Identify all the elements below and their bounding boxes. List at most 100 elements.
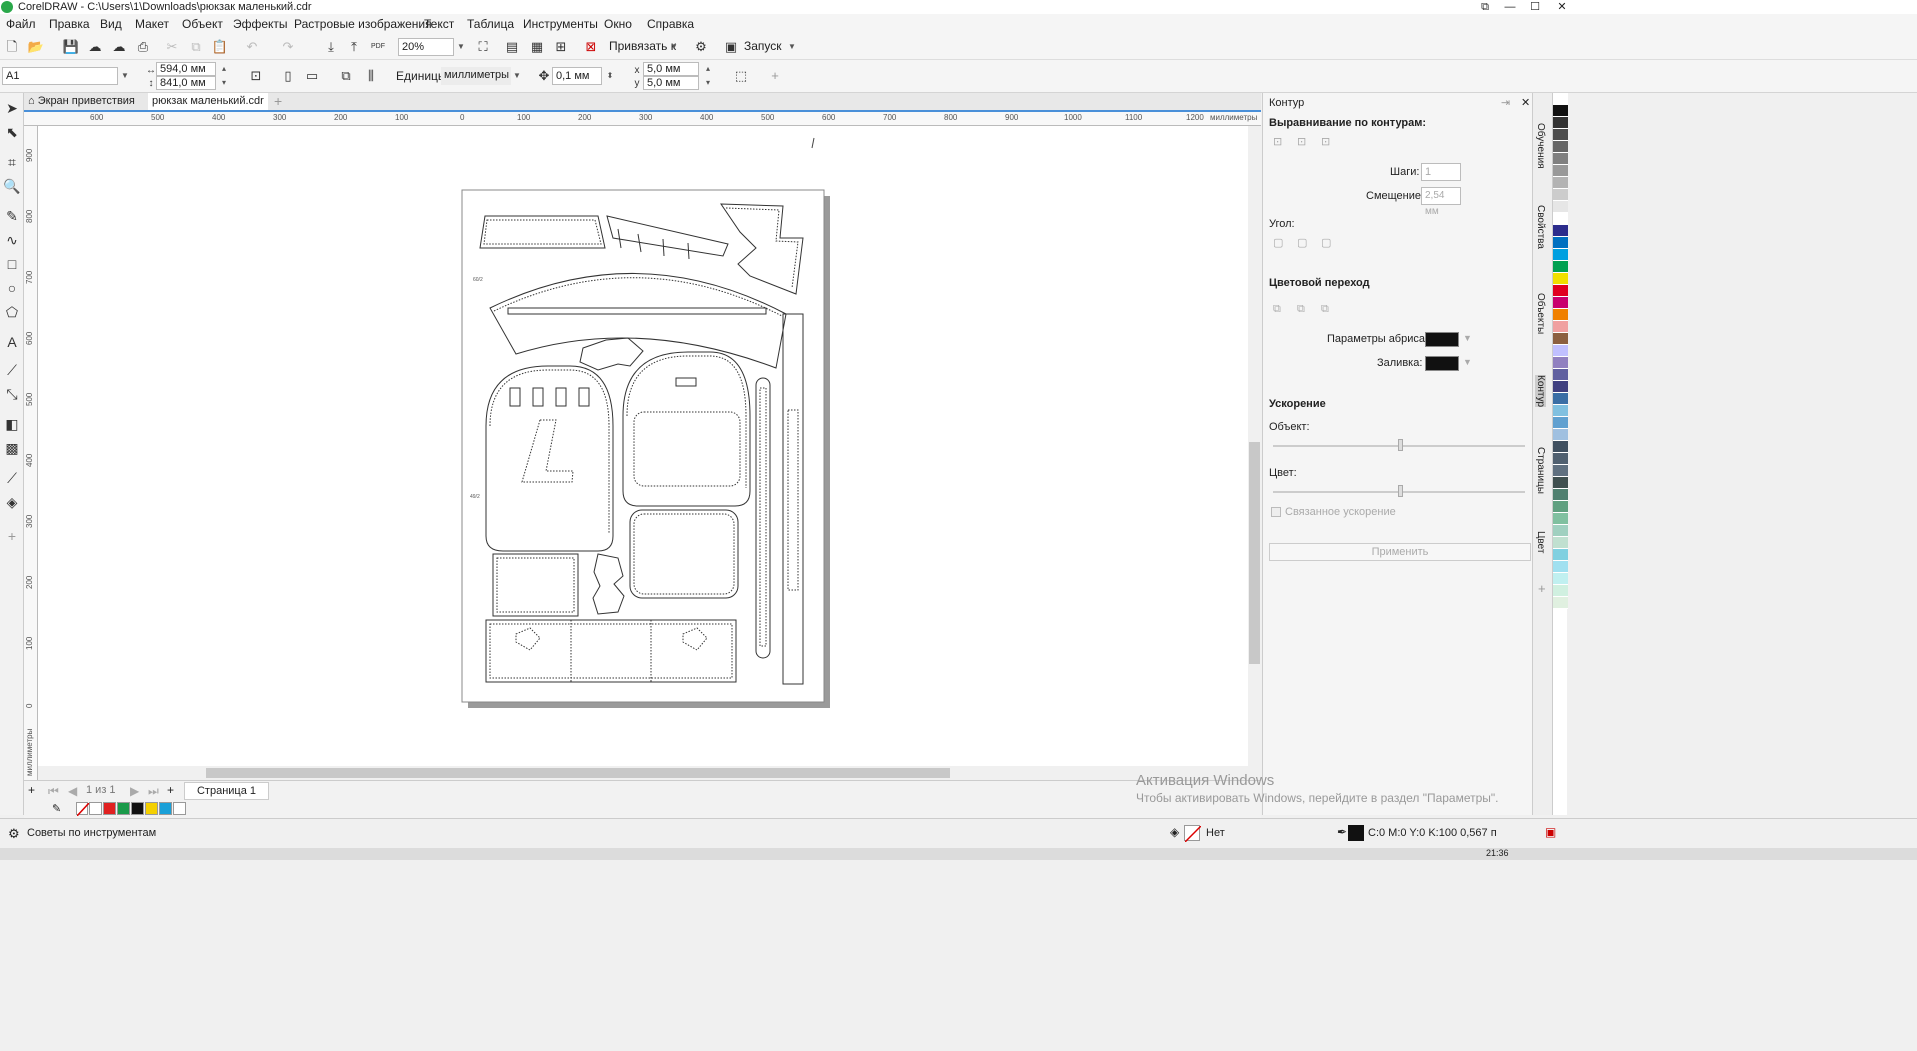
vertical-scrollbar[interactable] [1248,126,1261,766]
tab-document[interactable]: рюкзак маленький.cdr [148,93,268,110]
page-preset-dropdown-icon[interactable]: ▼ [119,67,131,85]
color-swatch[interactable] [1553,525,1568,537]
portrait-icon[interactable]: ▯ [279,67,297,85]
color-swatch[interactable] [1553,477,1568,489]
menu-tools[interactable]: Инструменты [523,17,598,31]
palette-swatch[interactable] [103,802,116,815]
color-swatch[interactable] [1553,261,1568,273]
new-document-icon[interactable]: 🗋 [3,38,21,56]
color-swatch[interactable] [1553,393,1568,405]
menu-edit[interactable]: Правка [49,17,90,31]
palette-swatch[interactable] [173,802,186,815]
dup-x-spinner-icon[interactable]: ▴ [702,62,714,76]
steps-field[interactable]: 1 [1421,163,1461,181]
fill-color-swatch[interactable] [1425,356,1459,371]
color-swatch[interactable] [1553,165,1568,177]
angle-bevel-icon[interactable]: ▢ [1321,236,1331,249]
snap-dropdown-icon[interactable]: ▼ [668,38,680,56]
zoom-tool-icon[interactable]: 🔍 [3,177,21,195]
color-swatch[interactable] [1553,429,1568,441]
next-page-icon[interactable]: ▶ [130,784,139,798]
pick-tool-icon[interactable]: ➤ [3,99,21,117]
color-swatch[interactable] [1553,381,1568,393]
page-width-field[interactable]: 594,0 мм [156,62,216,76]
shape-tool-icon[interactable]: ⬉ [3,123,21,141]
color-swatch[interactable] [1553,441,1568,453]
color-swatch[interactable] [1553,129,1568,141]
cut-icon[interactable]: ✂ [163,38,181,56]
color-swatch[interactable] [1553,285,1568,297]
show-grid-icon[interactable]: ▦ [528,38,546,56]
drop-shadow-tool-icon[interactable]: ◧ [3,415,21,433]
color-swatch[interactable] [1553,177,1568,189]
menu-help[interactable]: Справка [647,17,694,31]
palette-swatch[interactable] [145,802,158,815]
color-swatch[interactable] [1553,189,1568,201]
undo-icon[interactable]: ↶ [243,38,261,56]
new-tab-icon[interactable]: + [274,93,282,109]
zoom-level-field[interactable]: 20% [398,38,454,56]
eyedropper-icon[interactable]: ✎ [52,802,61,815]
copy-icon[interactable]: ⧉ [187,38,205,56]
palette-swatch-none[interactable] [76,802,90,817]
color-swatch[interactable] [1553,369,1568,381]
launch-icon[interactable]: ▣ [722,38,740,56]
page-tab[interactable]: Страница 1 [184,782,269,800]
launch-label[interactable]: Запуск [744,39,782,53]
polygon-tool-icon[interactable]: ⬠ [3,303,21,321]
transparency-tool-icon[interactable]: ▩ [3,439,21,457]
side-tab-contour[interactable]: Контур [1535,375,1546,408]
redo-icon[interactable]: ↷ [279,38,297,56]
color-swatch[interactable] [1553,225,1568,237]
color-swatch[interactable] [1553,357,1568,369]
color-swatch[interactable] [1553,597,1568,609]
color-swatch[interactable] [1553,141,1568,153]
text-tool-icon[interactable]: A [3,333,21,351]
menu-bitmaps[interactable]: Растровые изображения [294,17,432,31]
outline-color-status-swatch[interactable] [1348,825,1364,841]
parallel-dimension-tool-icon[interactable]: ⟋ [3,361,21,379]
add-docker-icon[interactable]: + [1538,581,1546,596]
side-tab-properties[interactable]: Свойства [1535,205,1546,249]
print-icon[interactable]: ⎙ [134,38,152,56]
pdf-icon[interactable]: PDF [369,38,387,56]
full-screen-icon[interactable]: ⛶ [474,38,492,56]
units-dropdown-icon[interactable]: ▼ [511,67,523,85]
color-swatch[interactable] [1553,465,1568,477]
artistic-media-tool-icon[interactable]: ∿ [3,231,21,249]
contour-inside-icon[interactable]: ⊡ [1273,135,1282,148]
landscape-icon[interactable]: ▭ [303,67,321,85]
last-page-icon[interactable]: ⏭ [148,784,159,799]
launch-dropdown-icon[interactable]: ▼ [786,38,798,56]
blend-counterclockwise-icon[interactable]: ⧉ [1321,303,1329,316]
duplicate-y-field[interactable]: 5,0 мм [643,76,699,90]
color-swatch[interactable] [1553,321,1568,333]
export-icon[interactable]: ⤒ [345,38,363,56]
panel-close-icon[interactable]: ✕ [1521,96,1530,109]
color-swatch[interactable] [1553,405,1568,417]
color-swatch[interactable] [1553,309,1568,321]
rectangle-tool-icon[interactable]: □ [3,255,21,273]
menu-window[interactable]: Окно [604,17,632,31]
height-spinner-icon[interactable]: ▾ [218,76,230,90]
color-swatch[interactable] [1553,489,1568,501]
horizontal-scroll-thumb[interactable] [206,768,950,778]
color-swatch[interactable] [1553,453,1568,465]
color-swatch[interactable] [1553,153,1568,165]
outline-color-swatch[interactable] [1425,332,1459,347]
eyedropper-tool-icon[interactable]: ⟋ [3,469,21,487]
horizontal-ruler[interactable]: 600 500 400 300 200 100 0 100 200 300 40… [24,110,1261,126]
all-pages-icon[interactable]: ⊡ [247,67,265,85]
side-tab-pages[interactable]: Страницы [1535,447,1546,494]
tab-welcome-screen[interactable]: ⌂ Экран приветствия [24,93,146,110]
side-tab-color[interactable]: Цвет [1535,531,1546,553]
vertical-scroll-thumb[interactable] [1249,442,1260,664]
color-swatch[interactable] [1553,417,1568,429]
units-select[interactable]: миллиметры [441,67,511,85]
blend-linear-icon[interactable]: ⧉ [1273,303,1281,316]
horizontal-scrollbar[interactable] [38,766,1248,780]
options-gear-icon[interactable]: ⚙ [692,38,710,56]
import-icon[interactable]: ⤓ [322,38,340,56]
add-page-after-icon[interactable]: + [167,783,174,797]
menu-file[interactable]: Файл [6,17,36,31]
